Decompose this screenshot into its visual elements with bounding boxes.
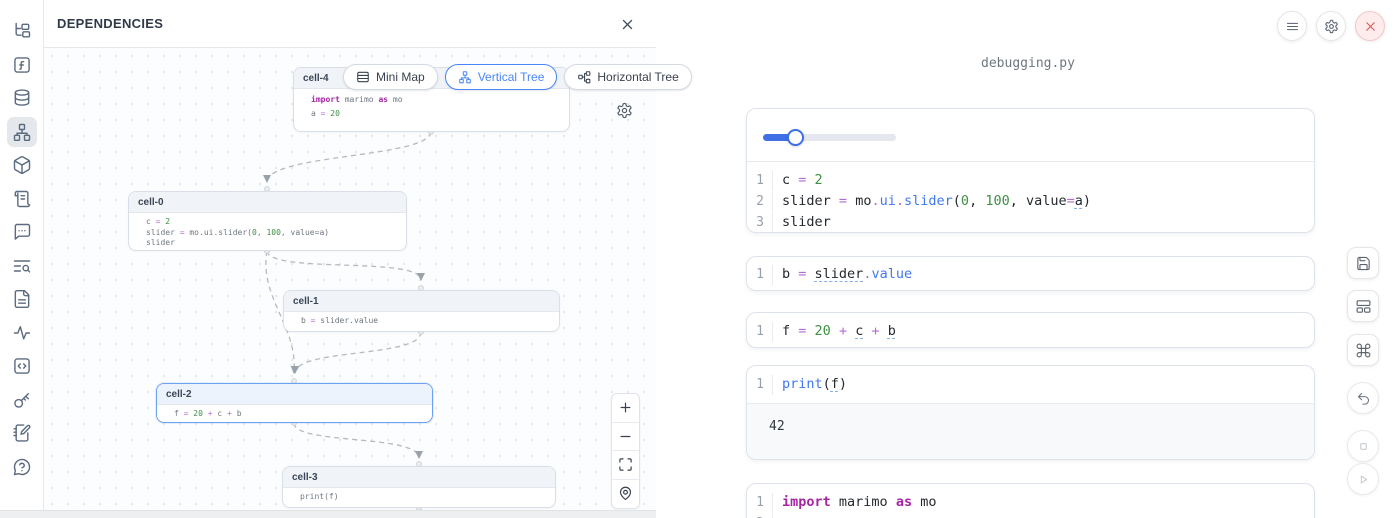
- gear-icon: [1324, 19, 1339, 34]
- horizontal-tree-button[interactable]: Horizontal Tree: [564, 64, 691, 90]
- settings-button[interactable]: [1316, 11, 1346, 41]
- close-panel-button[interactable]: [616, 13, 638, 35]
- fit-view-button[interactable]: [612, 451, 639, 480]
- documentation-icon[interactable]: [7, 284, 37, 314]
- marimo-app: DEPENDENCIES cell-4 import marimo as moa…: [0, 0, 1400, 518]
- save-button[interactable]: [1347, 247, 1379, 279]
- node-title: cell-3: [283, 467, 555, 488]
- notebook-cell-import[interactable]: 1import marimo as mo2: [746, 483, 1315, 518]
- graph-node-cell-3[interactable]: cell-3 print(f): [282, 466, 556, 508]
- vertical-tree-button[interactable]: Vertical Tree: [445, 64, 558, 90]
- node-title: cell-2: [157, 384, 432, 405]
- mini-map-button[interactable]: Mini Map: [343, 64, 438, 90]
- cell-editor[interactable]: 1f = 20 + c + b: [747, 313, 1314, 348]
- layout-select-button[interactable]: [1347, 290, 1379, 322]
- stop-icon: [1356, 439, 1371, 454]
- dependencies-panel-header: DEPENDENCIES: [44, 0, 656, 48]
- cell-editor[interactable]: 1b = slider.value: [747, 257, 1314, 291]
- play-icon: [1356, 472, 1371, 487]
- graph-node-cell-1[interactable]: cell-1 b = slider.value: [283, 290, 560, 332]
- mini-map-label: Mini Map: [376, 70, 425, 84]
- center-selection-button[interactable]: [612, 480, 639, 509]
- undo-button[interactable]: [1347, 382, 1379, 414]
- shutdown-button[interactable]: [1355, 11, 1385, 41]
- panel-title: DEPENDENCIES: [44, 16, 163, 31]
- node-title: cell-1: [284, 291, 559, 312]
- datasources-icon[interactable]: [7, 83, 37, 113]
- functions-icon[interactable]: [7, 50, 37, 80]
- cell-editor[interactable]: 1c = 22slider = mo.ui.slider(0, 100, val…: [747, 162, 1314, 233]
- notebook-filename: debugging.py: [656, 56, 1400, 71]
- zoom-in-button[interactable]: [612, 394, 639, 423]
- logs-icon[interactable]: [7, 184, 37, 214]
- vertical-tree-label: Vertical Tree: [478, 70, 545, 84]
- slider-output: [747, 109, 1314, 162]
- command-icon: [1355, 342, 1372, 359]
- graph-node-cell-0[interactable]: cell-0 c = 2slider = mo.ui.slider(0, 100…: [128, 191, 407, 251]
- graph-settings-button[interactable]: [616, 102, 634, 120]
- panel-horizontal-scrollbar[interactable]: [0, 510, 656, 518]
- cell-editor[interactable]: 1import marimo as mo2: [747, 484, 1314, 518]
- graph-view-switcher: Mini Map Vertical Tree Horizontal Tree: [343, 64, 692, 90]
- graph-zoom-controls: [611, 393, 640, 509]
- slider-thumb[interactable]: [787, 129, 804, 146]
- cell-editor[interactable]: 1print(f): [747, 366, 1314, 403]
- notebook-cell-slider[interactable]: 1c = 22slider = mo.ui.slider(0, 100, val…: [746, 108, 1315, 233]
- run-button[interactable]: [1347, 463, 1379, 495]
- node-title: cell-0: [129, 192, 406, 213]
- snippets-icon[interactable]: [7, 351, 37, 381]
- zoom-out-button[interactable]: [612, 423, 639, 452]
- node-code: c = 2slider = mo.ui.slider(0, 100, value…: [129, 213, 406, 251]
- stop-button[interactable]: [1347, 430, 1379, 462]
- vertical-tree-icon: [458, 70, 472, 84]
- help-icon[interactable]: [7, 452, 37, 482]
- scratchpad-icon[interactable]: [7, 418, 37, 448]
- node-code: import marimo as moa = 20: [294, 89, 569, 124]
- tracing-icon[interactable]: [7, 318, 37, 348]
- keyboard-shortcuts-button[interactable]: [1347, 334, 1379, 366]
- packages-icon[interactable]: [7, 150, 37, 180]
- slider-track[interactable]: [763, 134, 896, 141]
- node-code: f = 20 + c + b: [157, 405, 432, 423]
- horizontal-tree-icon: [577, 70, 591, 84]
- notebook-cell-print[interactable]: 1print(f) 42: [746, 365, 1315, 460]
- mini-map-icon: [356, 70, 370, 84]
- undo-icon: [1356, 391, 1371, 406]
- chat-icon[interactable]: [7, 217, 37, 247]
- layout-icon: [1355, 298, 1372, 315]
- horizontal-tree-label: Horizontal Tree: [597, 70, 678, 84]
- left-icon-rail: [0, 0, 44, 518]
- file-tree-icon[interactable]: [7, 16, 37, 46]
- close-icon: [1363, 19, 1378, 34]
- save-icon: [1355, 255, 1372, 272]
- text-search-icon[interactable]: [7, 251, 37, 281]
- notebook-cell-f[interactable]: 1f = 20 + c + b: [746, 312, 1315, 348]
- dependencies-icon[interactable]: [7, 117, 37, 147]
- gear-icon: [616, 102, 633, 119]
- notebook-menu-button[interactable]: [1277, 11, 1307, 41]
- notebook-cell-b[interactable]: 1b = slider.value: [746, 256, 1315, 291]
- node-code: b = slider.value: [284, 312, 559, 331]
- console-output: 42: [747, 403, 1314, 460]
- secrets-key-icon[interactable]: [7, 385, 37, 415]
- menu-icon: [1285, 19, 1300, 34]
- graph-node-cell-2[interactable]: cell-2 f = 20 + c + b: [156, 383, 433, 423]
- node-code: print(f): [283, 488, 555, 507]
